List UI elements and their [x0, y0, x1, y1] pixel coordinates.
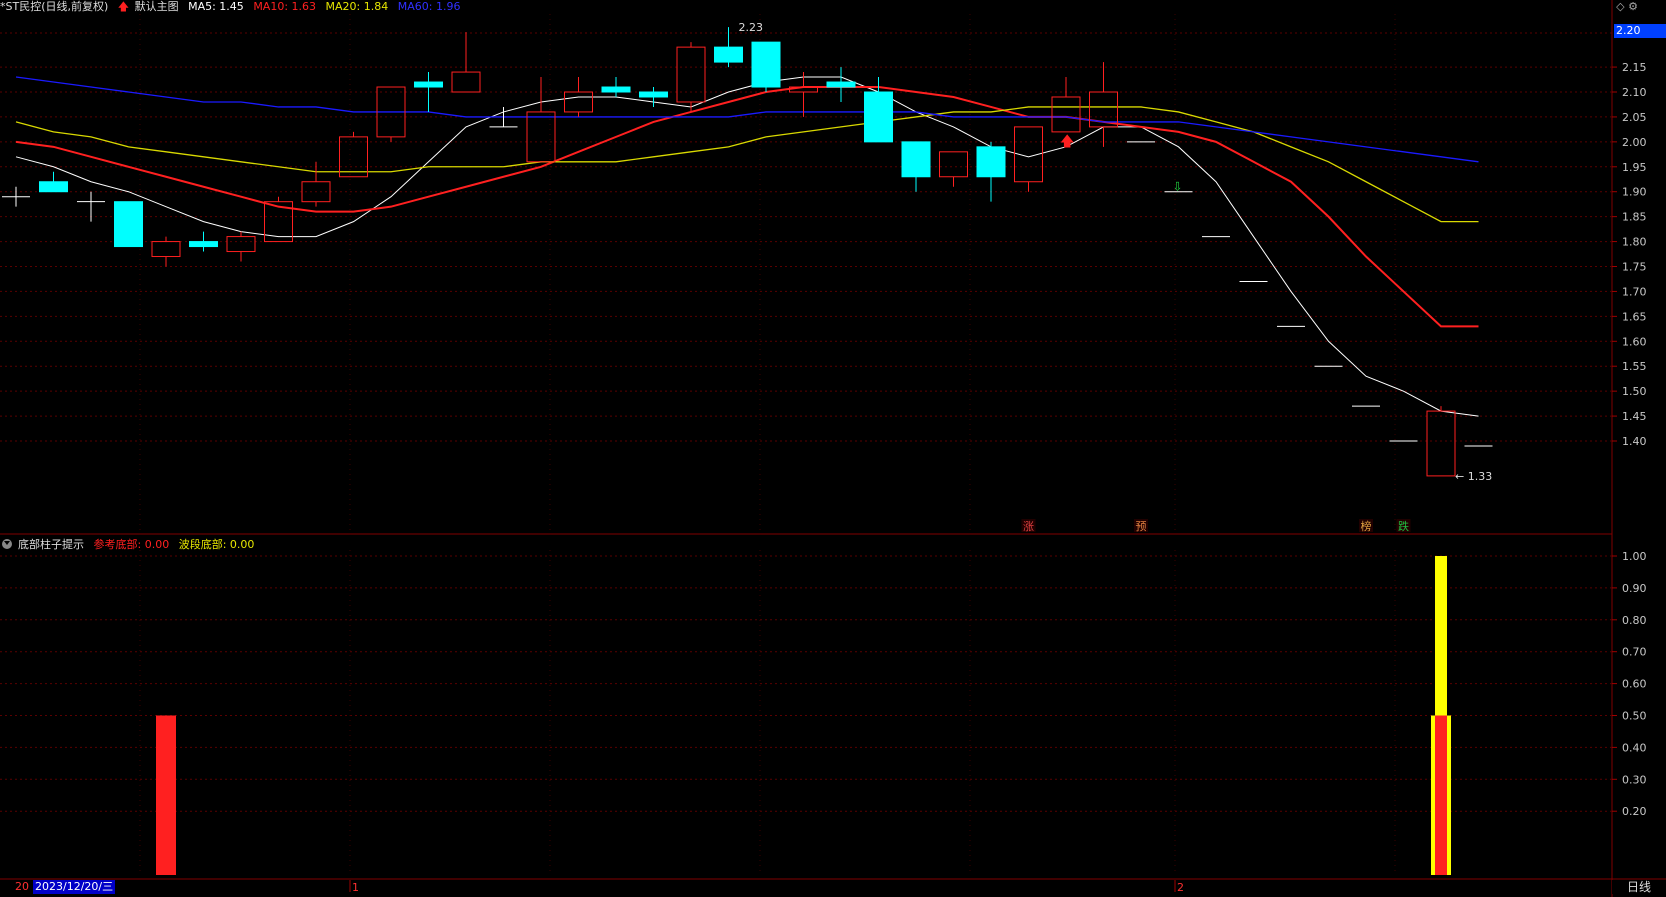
y-tick-label: 1.45 [1622, 410, 1647, 423]
candle-body [601, 86, 631, 93]
candle-body [526, 111, 556, 163]
y-tick-label: 1.65 [1622, 310, 1647, 323]
candle [826, 67, 856, 102]
high-price-label: 2.23 [739, 21, 764, 34]
indicator-y-tick-label: 0.20 [1622, 805, 1647, 818]
sell-arrow-icon: ⇩ [1173, 180, 1183, 194]
candle-body [189, 241, 218, 248]
marker-1: 预 [1136, 520, 1147, 533]
ma-line-ma5 [15, 76, 1479, 417]
indicator-bar-ref [156, 715, 176, 875]
selected-date-label: 2023/12/20/三 [33, 880, 116, 894]
indicator-y-tick-label: 0.90 [1622, 582, 1647, 595]
indicator-y-tick-label: 0.70 [1622, 646, 1647, 659]
y-tick-label: 1.50 [1622, 385, 1647, 398]
y-tick-label: 1.85 [1622, 211, 1647, 224]
candle-body [714, 46, 743, 63]
y-tick-label: 1.55 [1622, 360, 1647, 373]
candle [901, 141, 931, 192]
candle-body [676, 46, 706, 103]
candle [189, 231, 218, 252]
candle-body [639, 91, 668, 98]
y-tick-label: 1.95 [1622, 161, 1647, 174]
indicator-y-tick-label: 1.00 [1622, 550, 1647, 563]
candle [414, 72, 443, 112]
candle [1089, 62, 1118, 147]
candle-body [1051, 96, 1081, 133]
candle [1051, 77, 1081, 133]
candle-body [564, 91, 593, 113]
candle-body [826, 81, 856, 88]
y-tick-label: 2.05 [1622, 111, 1647, 124]
candle-body [39, 181, 68, 193]
period-label[interactable]: 日线 [1612, 880, 1666, 894]
candle-body [339, 136, 368, 178]
candle [526, 77, 556, 163]
indicator-bar-ref-overlay [1435, 715, 1447, 875]
indicator-y-tick-label: 0.60 [1622, 678, 1647, 691]
candle [1014, 126, 1043, 192]
indicator-bar-wave-edge [1447, 715, 1451, 875]
marker-3: 跌 [1398, 519, 1409, 533]
candle [676, 42, 706, 112]
candle [151, 236, 181, 267]
candle-body [1426, 410, 1456, 477]
candle [639, 87, 668, 107]
low-price-label: ← 1.33 [1455, 470, 1492, 483]
y-tick-label: 1.80 [1622, 236, 1647, 249]
ma-line-ma10 [15, 86, 1479, 328]
indicator-y-tick-label: 0.40 [1622, 741, 1647, 754]
candle [751, 41, 781, 92]
y-tick-label: 1.40 [1622, 435, 1647, 448]
x-axis-left-label: 20 [15, 880, 29, 893]
candle-body [939, 151, 968, 178]
candle [939, 151, 968, 187]
marker-0: 涨 [1023, 520, 1034, 533]
y-tick-label: 2.10 [1622, 86, 1647, 99]
month-label: 2 [1177, 881, 1184, 894]
candle-body [414, 81, 443, 88]
indicator-y-tick-label: 0.80 [1622, 614, 1647, 627]
candle [301, 161, 331, 207]
candle-body [751, 41, 781, 88]
y-tick-label: 2.00 [1622, 136, 1647, 149]
candle-body [976, 146, 1006, 178]
indicator-bar-wave-edge [1431, 715, 1435, 875]
candle [114, 201, 143, 248]
candle [451, 32, 481, 93]
candle-body [451, 71, 481, 93]
buy-arrow-icon: 🡅 [1060, 134, 1074, 150]
y-tick-label: 1.90 [1622, 186, 1647, 199]
indicator-y-tick-label: 0.30 [1622, 773, 1647, 786]
candle-body [151, 241, 181, 258]
indicator-y-tick-label: 0.50 [1622, 710, 1647, 723]
y-tick-label: 2.15 [1622, 61, 1647, 74]
marker-2: 榜 [1361, 519, 1372, 533]
candle [339, 131, 368, 178]
candle [976, 141, 1006, 202]
ma-line-ma60 [15, 76, 1479, 163]
candle-body [226, 236, 256, 253]
candle-body [864, 91, 893, 143]
month-label: 1 [352, 881, 359, 894]
candle [2, 186, 30, 207]
candle [226, 231, 256, 262]
y-tick-label: 1.70 [1622, 285, 1647, 298]
candle [376, 86, 406, 142]
candle-body [114, 201, 143, 248]
chart-canvas[interactable]: 2.23 ← 1.33 🡅 ⇩ 涨 预 榜 跌 2.15 2.10 2.05 2.00 1.95 1.9… [0, 0, 1666, 897]
candle [601, 77, 631, 97]
candle [39, 171, 68, 193]
candle-body [901, 141, 931, 178]
y-tick-label: 1.75 [1622, 261, 1647, 274]
y-tick-label: 1.60 [1622, 335, 1647, 348]
